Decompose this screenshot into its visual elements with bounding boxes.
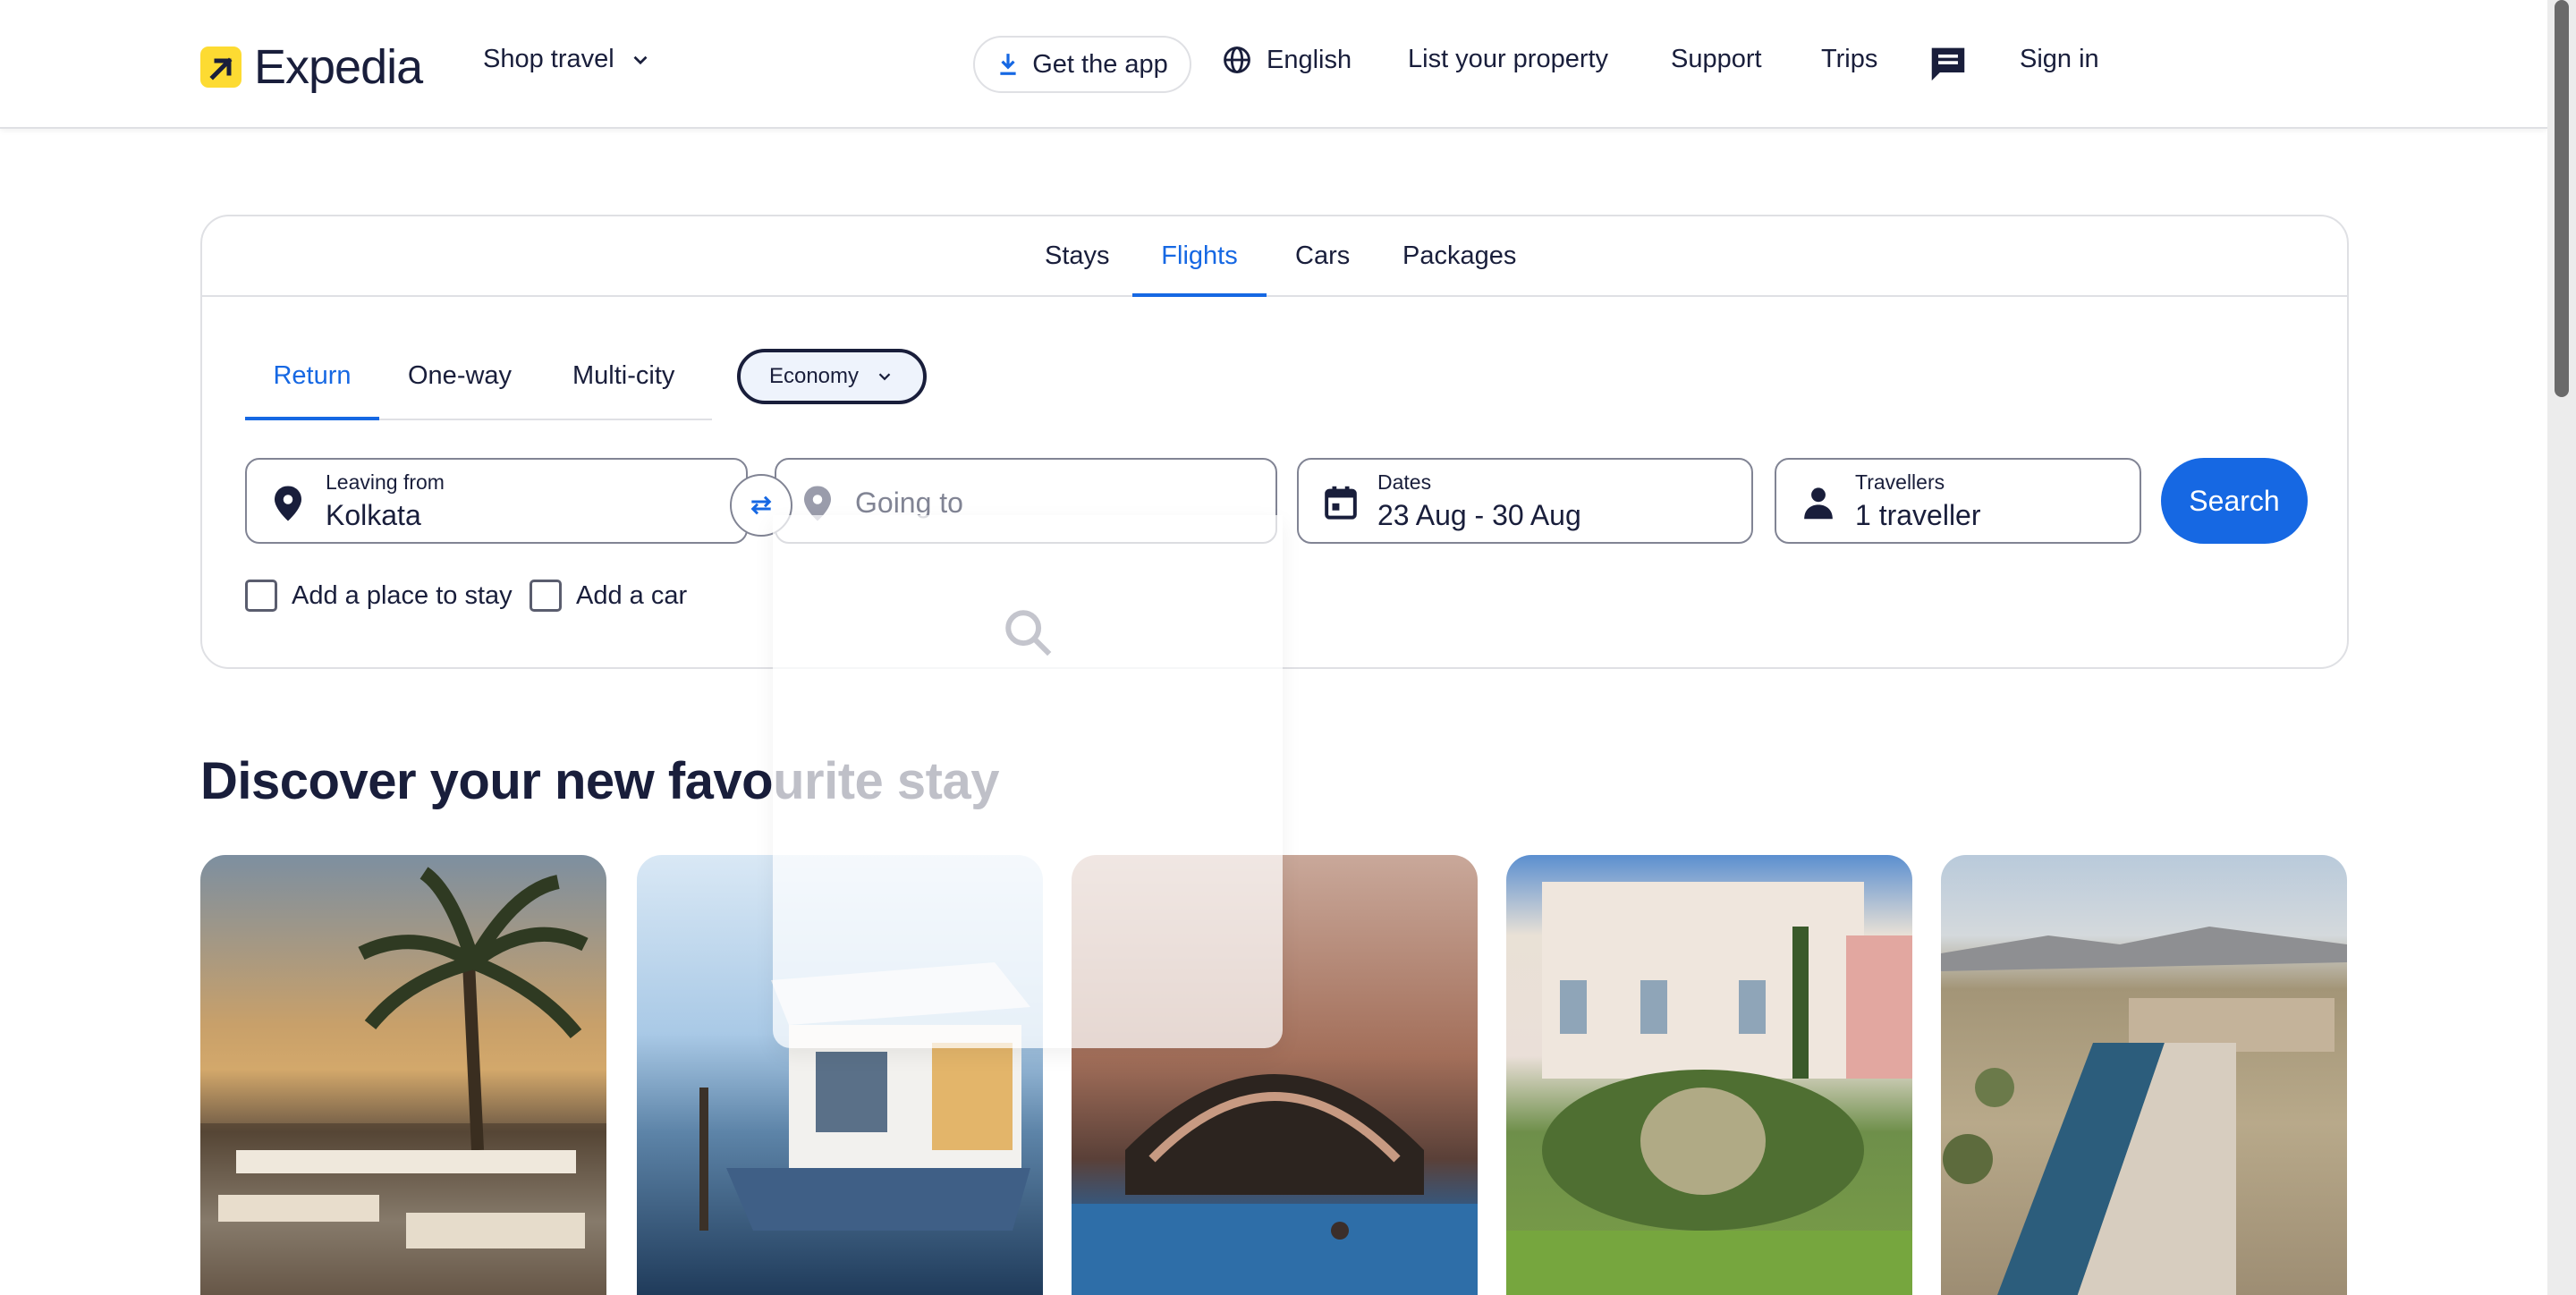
top-header: Expedia Shop travel Get the app English … bbox=[0, 0, 2547, 129]
tab-stays[interactable]: Stays bbox=[1045, 241, 1110, 297]
get-the-app-button[interactable]: Get the app bbox=[973, 36, 1191, 93]
trips-link[interactable]: Trips bbox=[1821, 45, 1877, 74]
chevron-down-icon bbox=[633, 55, 648, 64]
tab-multi-city[interactable]: Multi-city bbox=[572, 361, 674, 420]
dates-value: 23 Aug - 30 Aug bbox=[1377, 499, 1581, 531]
tab-return[interactable]: Return bbox=[245, 361, 379, 420]
travellers-value: 1 traveller bbox=[1855, 499, 1981, 531]
support-label: Support bbox=[1671, 45, 1762, 73]
expedia-logo[interactable]: Expedia bbox=[200, 39, 423, 95]
page-scrollbar[interactable] bbox=[2547, 0, 2576, 1295]
leaving-from-value: Kolkata bbox=[326, 499, 421, 531]
support-link[interactable]: Support bbox=[1671, 45, 1762, 74]
dates-field[interactable]: Dates 23 Aug - 30 Aug bbox=[1297, 458, 1753, 544]
travellers-field[interactable]: Travellers 1 traveller bbox=[1775, 458, 2141, 544]
sign-in-label: Sign in bbox=[2020, 45, 2099, 73]
shop-travel-menu[interactable]: Shop travel bbox=[483, 45, 652, 74]
person-icon bbox=[1804, 487, 1833, 520]
palm-tree-image bbox=[200, 867, 606, 1295]
add-place-to-stay-label: Add a place to stay bbox=[292, 580, 513, 610]
chevron-down-icon bbox=[878, 373, 891, 381]
location-pin-icon bbox=[275, 486, 301, 521]
tab-flights[interactable]: Flights bbox=[1132, 241, 1267, 297]
travellers-label: Travellers bbox=[1855, 470, 1945, 494]
search-button[interactable]: Search bbox=[2161, 458, 2308, 544]
download-icon bbox=[1000, 54, 1016, 75]
globe-icon bbox=[1224, 47, 1250, 73]
sign-in-link[interactable]: Sign in bbox=[2020, 45, 2099, 74]
going-to-suggestions-dropdown bbox=[773, 515, 1283, 1048]
language-label: English bbox=[1267, 45, 1352, 74]
language-selector[interactable]: English bbox=[1222, 45, 1352, 75]
villa-image bbox=[1506, 882, 1912, 1295]
scrollbar-thumb[interactable] bbox=[2555, 0, 2569, 397]
list-your-property-label: List your property bbox=[1408, 45, 1609, 73]
tab-cars[interactable]: Cars bbox=[1295, 241, 1350, 297]
stay-card-rooftop-terrace[interactable] bbox=[200, 855, 606, 1295]
stay-card-villa-garden[interactable] bbox=[1506, 855, 1912, 1295]
checkbox-box[interactable] bbox=[530, 580, 562, 612]
trip-type-tabs: Return One-way Multi-city bbox=[245, 349, 712, 420]
tab-one-way[interactable]: One-way bbox=[408, 361, 512, 420]
swap-arrows-icon bbox=[750, 495, 772, 515]
cabin-class-label: Economy bbox=[768, 364, 860, 388]
dates-label: Dates bbox=[1377, 470, 1432, 494]
messages-button[interactable] bbox=[1928, 45, 1968, 82]
stay-card-desert-pool[interactable] bbox=[1941, 855, 2347, 1295]
leaving-from-label: Leaving from bbox=[326, 470, 445, 494]
list-your-property-link[interactable]: List your property bbox=[1408, 45, 1608, 74]
product-tabs: Stays Flights Cars Packages bbox=[202, 216, 2347, 297]
leaving-from-field[interactable]: Leaving from Kolkata bbox=[245, 458, 748, 544]
tab-packages[interactable]: Packages bbox=[1402, 241, 1516, 297]
add-car-label: Add a car bbox=[576, 580, 688, 610]
search-icon bbox=[1005, 610, 1052, 656]
expedia-logo-mark-icon bbox=[200, 47, 242, 88]
logo-text: Expedia bbox=[254, 40, 423, 94]
desert-lap-pool-image bbox=[1941, 927, 2347, 1295]
add-car-checkbox[interactable]: Add a car bbox=[530, 580, 687, 612]
get-the-app-label: Get the app bbox=[1032, 49, 1168, 79]
checkbox-box[interactable] bbox=[245, 580, 277, 612]
shop-travel-label: Shop travel bbox=[483, 45, 614, 73]
calendar-icon bbox=[1325, 486, 1357, 520]
trips-label: Trips bbox=[1821, 45, 1878, 73]
chat-icon bbox=[1931, 47, 1965, 81]
cabin-class-select[interactable]: Economy bbox=[737, 349, 927, 404]
add-place-to-stay-checkbox[interactable]: Add a place to stay bbox=[245, 580, 513, 612]
